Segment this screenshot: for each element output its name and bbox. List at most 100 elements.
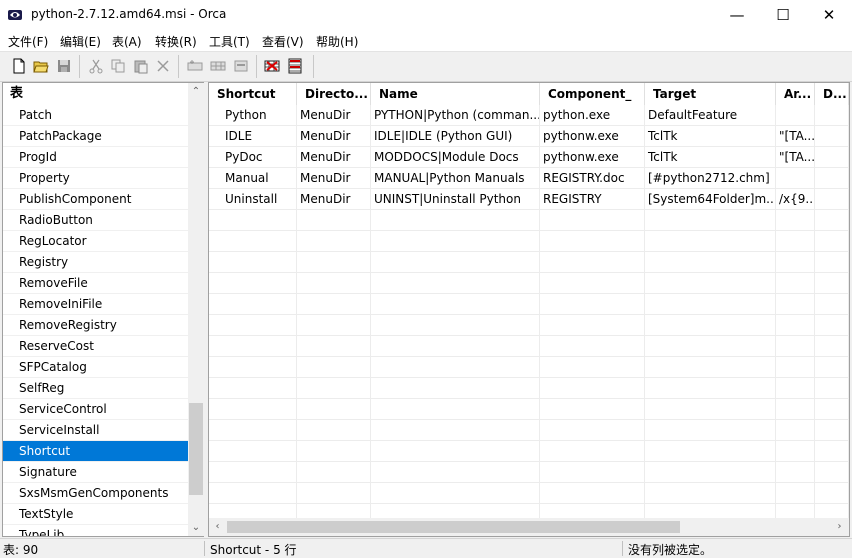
copy-icon[interactable]	[110, 58, 126, 74]
table-cell[interactable]	[645, 483, 776, 504]
cut-icon[interactable]	[88, 58, 104, 74]
table-cell[interactable]	[540, 210, 645, 231]
table-cell[interactable]: REGISTRY.doc	[540, 168, 645, 189]
table-cell[interactable]	[540, 357, 645, 378]
table-cell[interactable]: DefaultFeature	[645, 105, 776, 126]
table-cell[interactable]: Uninstall	[209, 189, 297, 210]
table-list-item[interactable]: ProgId	[3, 147, 188, 168]
close-button[interactable]: ✕	[806, 0, 852, 31]
table-cell[interactable]	[371, 462, 540, 483]
table-cell[interactable]: PYTHON|Python (comman...	[371, 105, 540, 126]
table-cell[interactable]	[209, 504, 297, 519]
table-cell[interactable]	[371, 441, 540, 462]
table-cell[interactable]: MenuDir	[297, 105, 371, 126]
table-cell[interactable]	[297, 483, 371, 504]
save-icon[interactable]	[56, 58, 72, 74]
table-row[interactable]: Python MenuDir PYTHON|Python (comman... pyt…	[209, 105, 849, 126]
table-row[interactable]	[209, 462, 849, 483]
table-list-item[interactable]: PublishComponent	[3, 189, 188, 210]
tables-vertical-scrollbar[interactable]: ⌃ ⌄	[188, 83, 204, 536]
table-cell[interactable]	[776, 273, 815, 294]
table-cell[interactable]	[776, 441, 815, 462]
table-cell[interactable]: MODDOCS|Module Docs	[371, 147, 540, 168]
properties-icon[interactable]	[233, 58, 249, 74]
table-cell[interactable]	[815, 147, 849, 168]
table-cell[interactable]	[776, 105, 815, 126]
table-list-item[interactable]: Patch	[3, 105, 188, 126]
table-list-item[interactable]: RemoveIniFile	[3, 294, 188, 315]
table-cell[interactable]	[297, 399, 371, 420]
table-cell[interactable]	[645, 399, 776, 420]
table-cell[interactable]	[776, 294, 815, 315]
table-cell[interactable]	[371, 420, 540, 441]
table-cell[interactable]	[776, 462, 815, 483]
table-row[interactable]: Manual MenuDir MANUAL|Python Manuals REGIST…	[209, 168, 849, 189]
table-cell[interactable]	[540, 252, 645, 273]
table-cell[interactable]	[540, 315, 645, 336]
table-cell[interactable]	[815, 462, 849, 483]
table-cell[interactable]	[540, 441, 645, 462]
table-cell[interactable]	[297, 294, 371, 315]
paste-icon[interactable]	[133, 58, 149, 74]
table-cell[interactable]: Manual	[209, 168, 297, 189]
table-cell[interactable]	[297, 210, 371, 231]
table-list-item[interactable]: TextStyle	[3, 504, 188, 525]
table-cell[interactable]	[209, 357, 297, 378]
table-cell[interactable]	[645, 441, 776, 462]
table-cell[interactable]	[371, 378, 540, 399]
table-cell[interactable]	[209, 420, 297, 441]
scrollbar-thumb[interactable]	[189, 403, 203, 495]
table-cell[interactable]	[645, 378, 776, 399]
menu-transform[interactable]: 转换(R)	[155, 33, 197, 50]
table-cell[interactable]	[540, 294, 645, 315]
table-cell[interactable]	[209, 441, 297, 462]
table-list-item[interactable]: RemoveFile	[3, 273, 188, 294]
table-cell[interactable]	[209, 252, 297, 273]
table-row[interactable]	[209, 315, 849, 336]
table-list-item[interactable]: Property	[3, 168, 188, 189]
table-icon[interactable]	[210, 58, 226, 74]
table-cell[interactable]	[645, 504, 776, 519]
table-cell[interactable]: UNINST|Uninstall Python	[371, 189, 540, 210]
table-cell[interactable]: python.exe	[540, 105, 645, 126]
table-cell[interactable]	[645, 252, 776, 273]
minimize-button[interactable]: —	[714, 0, 760, 31]
table-cell[interactable]: MenuDir	[297, 147, 371, 168]
table-cell[interactable]: /x{9...	[776, 189, 815, 210]
table-row[interactable]: Uninstall MenuDir UNINST|Uninstall Python R…	[209, 189, 849, 210]
column-header-component[interactable]: Component_	[540, 83, 645, 105]
table-cell[interactable]	[776, 315, 815, 336]
menu-edit[interactable]: 编辑(E)	[60, 33, 101, 50]
table-cell[interactable]	[209, 273, 297, 294]
table-row[interactable]	[209, 252, 849, 273]
delete-icon[interactable]	[155, 58, 171, 74]
table-cell[interactable]	[209, 336, 297, 357]
column-header-arguments[interactable]: Ar...	[776, 83, 815, 105]
table-cell[interactable]	[815, 210, 849, 231]
table-cell[interactable]	[371, 231, 540, 252]
table-cell[interactable]	[297, 273, 371, 294]
table-list-item[interactable]: TypeLib	[3, 525, 188, 536]
table-cell[interactable]	[209, 210, 297, 231]
table-cell[interactable]	[776, 504, 815, 519]
table-cell[interactable]	[540, 483, 645, 504]
table-list-item[interactable]: ServiceInstall	[3, 420, 188, 441]
table-cell[interactable]	[645, 336, 776, 357]
table-cell[interactable]	[815, 357, 849, 378]
table-cell[interactable]	[540, 336, 645, 357]
table-list-item[interactable]: SxsMsmGenComponents	[3, 483, 188, 504]
table-cell[interactable]: MANUAL|Python Manuals	[371, 168, 540, 189]
table-list-item[interactable]: PatchPackage	[3, 126, 188, 147]
table-cell[interactable]: pythonw.exe	[540, 147, 645, 168]
table-cell[interactable]	[297, 252, 371, 273]
table-list-item[interactable]: ReserveCost	[3, 336, 188, 357]
table-cell[interactable]	[371, 336, 540, 357]
table-cell[interactable]: [System64Folder]m...	[645, 189, 776, 210]
table-cell[interactable]: [#python2712.chm]	[645, 168, 776, 189]
menu-view[interactable]: 查看(V)	[262, 33, 304, 50]
add-row-icon[interactable]	[187, 58, 203, 74]
table-cell[interactable]	[645, 315, 776, 336]
table-cell[interactable]	[297, 462, 371, 483]
table-cell[interactable]	[297, 231, 371, 252]
column-header-target[interactable]: Target	[645, 83, 776, 105]
